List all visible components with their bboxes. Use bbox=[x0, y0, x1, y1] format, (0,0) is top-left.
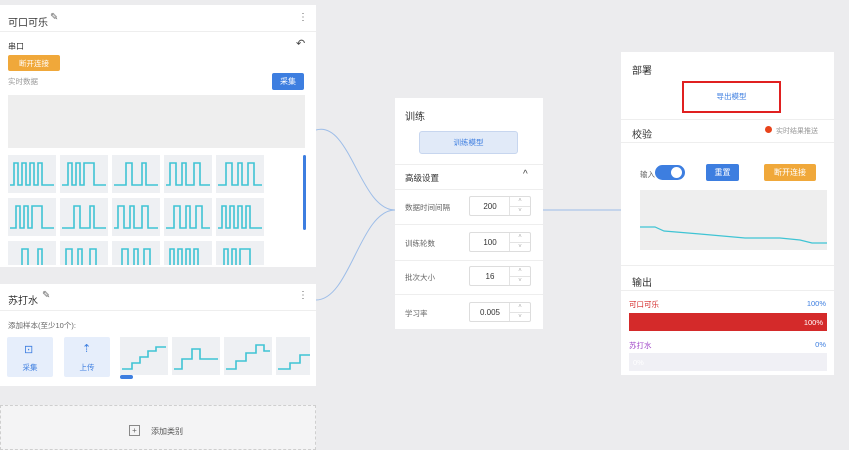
param-interval-input[interactable]: 200 ˄ ˅ bbox=[469, 196, 531, 216]
realtime-push-label[interactable]: 实时结果推送 bbox=[776, 126, 818, 136]
sample-thumbnail[interactable] bbox=[8, 198, 56, 236]
reset-button[interactable]: 重置 bbox=[706, 164, 739, 181]
plus-icon: + bbox=[129, 425, 140, 436]
sample-thumbnail[interactable] bbox=[60, 241, 108, 265]
status-dot-icon bbox=[765, 126, 772, 133]
input-toggle[interactable] bbox=[655, 165, 685, 180]
train-title: 训练 bbox=[405, 112, 425, 123]
sample-thumbnail[interactable] bbox=[112, 198, 160, 236]
output-label-cola: 可口可乐 bbox=[629, 300, 659, 309]
train-model-button[interactable]: 训练模型 bbox=[419, 131, 518, 154]
param-label: 学习率 bbox=[405, 309, 428, 318]
upload-tile[interactable]: ⇡ 上传 bbox=[64, 337, 110, 377]
sample-thumbnail[interactable] bbox=[164, 241, 212, 265]
output-title: 输出 bbox=[632, 278, 652, 289]
sample-thumbnail[interactable] bbox=[164, 198, 212, 236]
chevron-up-icon[interactable]: ^ bbox=[523, 169, 528, 180]
output-bar-cola: 100% bbox=[629, 313, 827, 331]
advanced-settings-label: 高级设置 bbox=[405, 173, 440, 183]
realtime-data-label: 实时数据 bbox=[8, 77, 38, 86]
class-card-soda: 苏打水 ✎ ⋮ 添加样本(至少10个): ⊡ 采集 ⇡ 上传 bbox=[0, 284, 316, 386]
verify-chart-line bbox=[640, 226, 827, 244]
sample-thumbnail[interactable] bbox=[216, 155, 264, 193]
sample-thumbnail[interactable] bbox=[8, 155, 56, 193]
add-class-card[interactable]: + 添加类别 bbox=[0, 405, 316, 450]
sample-thumbnail[interactable] bbox=[60, 155, 108, 193]
param-epochs-input[interactable]: 100 ˄ ˅ bbox=[469, 232, 531, 252]
realtime-chart bbox=[8, 95, 305, 148]
verify-chart bbox=[640, 190, 827, 250]
sample-thumbnail[interactable] bbox=[224, 337, 272, 375]
more-icon[interactable]: ⋮ bbox=[298, 12, 308, 23]
add-class-label: 添加类别 bbox=[151, 427, 183, 436]
collect-label: 采集 bbox=[22, 363, 38, 372]
input-label: 输入 bbox=[640, 170, 655, 179]
disconnect-button[interactable]: 断开连接 bbox=[8, 55, 60, 71]
param-label: 训练轮数 bbox=[405, 239, 435, 248]
add-samples-label: 添加样本(至少10个): bbox=[8, 321, 76, 330]
serial-label: 串口 bbox=[8, 42, 24, 51]
sample-grid bbox=[8, 155, 298, 265]
camera-icon: ⊡ bbox=[24, 344, 34, 356]
disconnect-button[interactable]: 断开连接 bbox=[764, 164, 816, 181]
sample-thumbnail[interactable] bbox=[216, 241, 264, 265]
class-card-cola: 可口可乐 ✎ ⋮ 串口 ↶ 断开连接 实时数据 采集 bbox=[0, 5, 316, 267]
deploy-card: 部署 导出模型 校验 实时结果推送 输入 重置 断开连接 输出 可口可乐 100… bbox=[621, 52, 834, 375]
edit-icon[interactable]: ✎ bbox=[42, 290, 50, 301]
upload-label: 上传 bbox=[79, 363, 95, 372]
scroll-indicator[interactable] bbox=[120, 375, 133, 379]
sample-thumbnail[interactable] bbox=[164, 155, 212, 193]
sample-thumbnail[interactable] bbox=[8, 241, 56, 265]
output-value-soda: 0% bbox=[815, 340, 826, 349]
sample-thumbnail[interactable] bbox=[172, 337, 220, 375]
sample-row bbox=[120, 337, 310, 377]
sample-thumbnail[interactable] bbox=[60, 198, 108, 236]
sample-thumbnail[interactable] bbox=[216, 198, 264, 236]
undo-icon[interactable]: ↶ bbox=[296, 37, 305, 50]
param-label: 数据时间间隔 bbox=[405, 203, 450, 212]
upload-icon: ⇡ bbox=[82, 343, 92, 355]
collect-tile[interactable]: ⊡ 采集 bbox=[7, 337, 53, 377]
verify-title: 校验 bbox=[632, 130, 652, 141]
output-bar-text: 0% bbox=[633, 358, 644, 367]
more-icon[interactable]: ⋮ bbox=[298, 290, 308, 301]
sample-thumbnail[interactable] bbox=[112, 155, 160, 193]
scrollbar[interactable] bbox=[303, 155, 306, 230]
export-model-button[interactable]: 导出模型 bbox=[682, 81, 781, 113]
class-name: 可口可乐 bbox=[8, 18, 48, 29]
train-card: 训练 训练模型 高级设置 ^ 数据时间间隔 200 ˄ ˅ 训练轮数 100 ˄ ˅ 批… bbox=[395, 98, 543, 329]
collect-button[interactable]: 采集 bbox=[272, 73, 304, 90]
param-lr-input[interactable]: 0.005 ˄ ˅ bbox=[469, 302, 531, 322]
edit-icon[interactable]: ✎ bbox=[50, 12, 58, 23]
output-bar-soda: 0% bbox=[629, 353, 827, 371]
output-bar-text: 100% bbox=[803, 318, 823, 327]
sample-thumbnail[interactable] bbox=[276, 337, 310, 375]
param-batch-input[interactable]: 16 ˄ ˅ bbox=[469, 266, 531, 286]
class-name: 苏打水 bbox=[8, 296, 38, 307]
sample-thumbnail[interactable] bbox=[112, 241, 160, 265]
param-label: 批次大小 bbox=[405, 273, 435, 282]
output-label-soda: 苏打水 bbox=[629, 341, 652, 350]
deploy-title: 部署 bbox=[632, 66, 652, 77]
sample-thumbnail[interactable] bbox=[120, 337, 168, 375]
output-value-cola: 100% bbox=[806, 299, 826, 308]
